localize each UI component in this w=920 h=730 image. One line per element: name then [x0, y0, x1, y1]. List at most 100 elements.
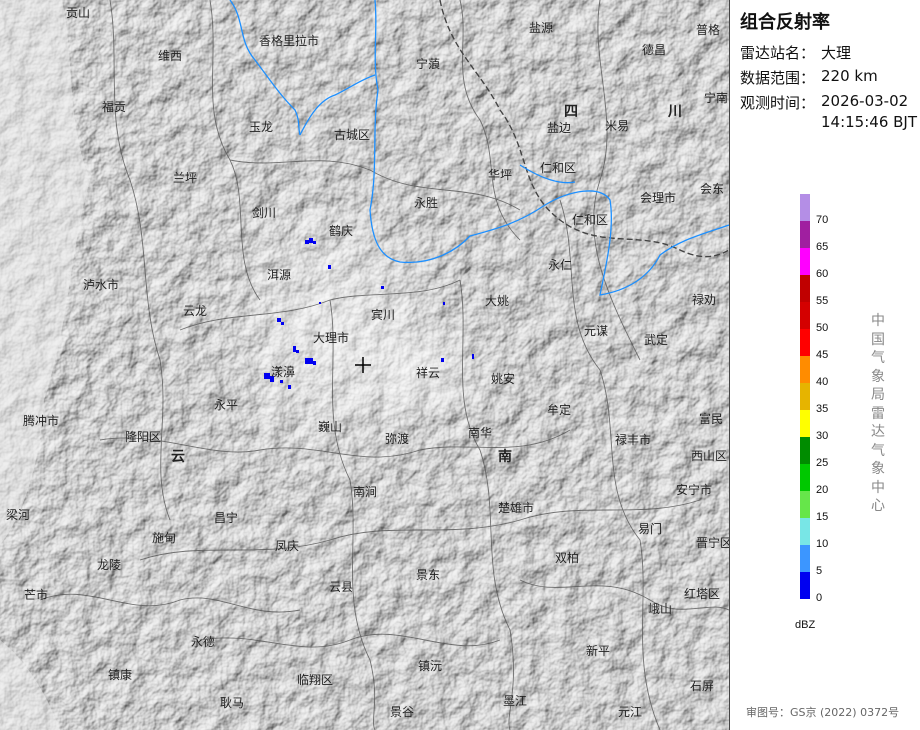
- place-label: 安宁市: [676, 482, 712, 497]
- legend-label: 50: [816, 322, 829, 334]
- legend-label: 25: [816, 457, 829, 469]
- place-label: 大理市: [313, 330, 349, 345]
- place-label: 宾川: [371, 307, 395, 322]
- legend-swatch: [800, 518, 810, 545]
- legend-swatch: [800, 545, 810, 572]
- place-label: 盐源: [529, 21, 553, 35]
- place-label: 宁南: [704, 90, 728, 105]
- place-label: 红塔区: [684, 586, 720, 601]
- place-label: 祥云: [416, 366, 440, 380]
- legend-label: 10: [816, 538, 829, 550]
- legend-label: 45: [816, 349, 829, 361]
- legend-swatch: [800, 410, 810, 437]
- place-label: 镇康: [108, 667, 132, 682]
- legend-swatch: [800, 275, 810, 302]
- place-label: 米易: [605, 119, 629, 133]
- legend-swatch: [800, 572, 810, 599]
- place-label: 普格: [696, 22, 720, 37]
- place-label: 香格里拉市: [259, 33, 319, 48]
- province-label: 南: [498, 448, 512, 465]
- place-label: 鹤庆: [329, 223, 353, 238]
- legend-swatch: [800, 383, 810, 410]
- place-label: 双柏: [555, 550, 579, 565]
- range-value: 220 km: [821, 67, 878, 85]
- agency-label: 中国气象局雷达气象中心: [871, 313, 885, 514]
- place-label: 会理市: [640, 190, 676, 205]
- place-label: 易门: [638, 521, 662, 536]
- place-label: 墨江: [503, 694, 527, 708]
- time-label: 观测时间：: [740, 94, 816, 112]
- place-label: 新平: [586, 643, 610, 658]
- place-label: 武定: [644, 332, 668, 347]
- place-label: 景东: [416, 568, 440, 582]
- place-label: 禄劝: [692, 292, 716, 307]
- range-label: 数据范围：: [740, 69, 816, 87]
- province-label: 云: [171, 449, 185, 465]
- place-label: 镇沅: [418, 659, 442, 673]
- station-value: 大理: [821, 44, 852, 62]
- radar-map[interactable]: 贡山 维西 香格里拉市 盐源 普格 德昌 宁南 宁蒗 福贡 玉龙 古城区 盐边 米易 仁和区 华坪 兰坪 剑川鹤…: [0, 0, 729, 730]
- place-label: 云县: [329, 580, 353, 594]
- place-label: 玉龙: [249, 120, 273, 134]
- place-label: 仁和区: [572, 213, 608, 227]
- place-label: 晋宁区: [696, 535, 729, 550]
- legend-swatch: [800, 221, 810, 248]
- radar-map-viewer: 贡山 维西 香格里拉市 盐源 普格 德昌 宁南 宁蒗 福贡 玉龙 古城区 盐边 米易 仁和区 华坪 兰坪 剑川鹤…: [0, 0, 920, 730]
- legend-label: 30: [816, 430, 829, 442]
- place-label: 华坪: [488, 168, 512, 182]
- place-label: 姚安: [491, 371, 515, 386]
- place-label: 会东: [700, 182, 724, 196]
- legend-label: 15: [816, 511, 829, 523]
- legend-label: 35: [816, 403, 829, 415]
- legend-label: 70: [816, 214, 829, 226]
- place-label: 剑川: [252, 205, 276, 220]
- place-label: 永仁: [548, 258, 572, 272]
- place-label: 峨山: [648, 602, 672, 616]
- place-label: 永德: [191, 634, 215, 649]
- legend-label: 40: [816, 376, 829, 388]
- legend-swatch: [800, 491, 810, 518]
- legend-swatch: [800, 356, 810, 383]
- place-label: 维西: [158, 49, 182, 63]
- place-label: 云龙: [183, 304, 207, 318]
- info-panel: 组合反射率 雷达站名： 大理 数据范围： 220 km 观测时间： 2026-0…: [729, 0, 920, 730]
- place-label: 富民: [699, 411, 723, 426]
- legend-label: 0: [816, 592, 823, 604]
- legend-label: 5: [816, 565, 823, 577]
- place-label: 巍山: [318, 420, 342, 434]
- place-label: 西山区: [691, 449, 727, 463]
- place-label: 元江: [618, 705, 642, 719]
- place-label: 芒市: [24, 587, 48, 602]
- legend-label: 65: [816, 241, 829, 253]
- place-label: 景谷: [390, 705, 414, 719]
- station-label: 雷达站名：: [740, 44, 816, 62]
- time-value-clock: 14:15:46 BJT: [821, 113, 918, 131]
- place-label: 福贡: [102, 99, 126, 114]
- place-label: 牟定: [547, 402, 571, 417]
- place-label: 永胜: [414, 195, 438, 210]
- place-label: 腾冲市: [23, 413, 59, 428]
- place-label: 施甸: [152, 531, 176, 545]
- place-label: 南华: [468, 425, 492, 440]
- approval-number: 审图号：GS京 (2022) 0372号: [746, 706, 900, 719]
- place-label: 凤庆: [275, 539, 299, 553]
- place-label: 石屏: [690, 679, 714, 693]
- legend-unit: dBZ: [795, 619, 816, 631]
- place-label: 南涧: [353, 484, 377, 499]
- place-label: 贡山: [66, 6, 90, 20]
- legend-label: 60: [816, 268, 829, 280]
- legend-label: 20: [816, 484, 829, 496]
- place-label: 弥渡: [385, 431, 409, 446]
- legend-swatch: [800, 464, 810, 491]
- time-value-date: 2026-03-02: [821, 92, 909, 110]
- legend-swatch: [800, 194, 810, 221]
- place-label: 楚雄市: [498, 500, 534, 515]
- province-label: 四: [564, 104, 578, 120]
- place-label: 洱源: [267, 268, 291, 282]
- place-label: 德昌: [642, 42, 666, 57]
- place-label: 盐边: [547, 121, 571, 135]
- place-label: 梁河: [6, 507, 30, 522]
- terrain-map: 贡山维西香格里拉市盐源 普格德昌宁南宁蒗福贡玉龙古城区 盐边 米易仁和区华坪兰坪剑川鹤…: [0, 0, 729, 730]
- place-label: 兰坪: [173, 171, 197, 185]
- place-label: 永平: [214, 398, 238, 412]
